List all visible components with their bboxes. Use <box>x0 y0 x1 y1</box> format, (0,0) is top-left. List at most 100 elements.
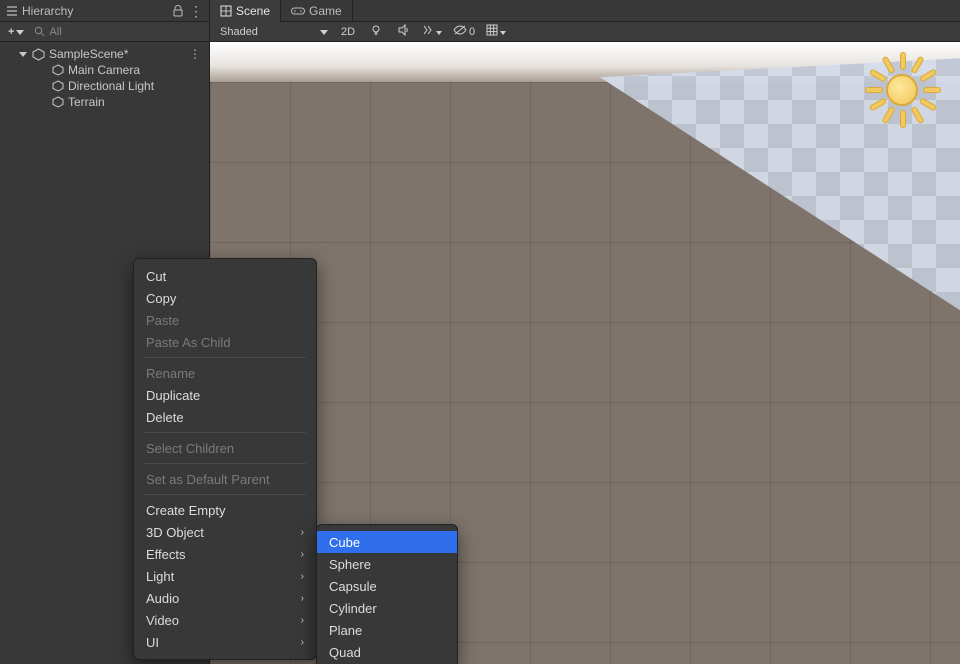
submenu-arrow-icon: › <box>301 571 304 582</box>
submenu-arrow-icon: › <box>301 615 304 626</box>
menu-item-paste-as-child: Paste As Child <box>134 331 316 353</box>
submenu-item-cylinder[interactable]: Cylinder <box>317 597 457 619</box>
hierarchy-item-terrain[interactable]: Terrain <box>0 94 209 110</box>
sun-ray-icon <box>910 56 924 75</box>
menu-item-cut[interactable]: Cut <box>134 265 316 287</box>
menu-item-3d-object[interactable]: 3D Object› <box>134 521 316 543</box>
sun-ray-icon <box>881 56 895 75</box>
scene-tab-icon <box>220 5 232 17</box>
sun-ray-icon <box>881 106 895 125</box>
gameobject-icon <box>52 64 64 76</box>
hierarchy-toolbar: + All <box>0 22 209 42</box>
hierarchy-scene-row[interactable]: SampleScene* ⋮ <box>0 46 209 62</box>
menu-item-select-children: Select Children <box>134 437 316 459</box>
search-icon <box>34 26 45 37</box>
menu-item-copy[interactable]: Copy <box>134 287 316 309</box>
menu-item-duplicate[interactable]: Duplicate <box>134 384 316 406</box>
menu-item-video[interactable]: Video› <box>134 609 316 631</box>
menu-item-rename: Rename <box>134 362 316 384</box>
menu-separator <box>144 357 306 358</box>
submenu-arrow-icon: › <box>301 637 304 648</box>
chevron-down-icon <box>436 26 442 38</box>
grid-icon <box>486 24 498 39</box>
sun-ray-icon <box>923 87 941 93</box>
sun-ray-icon <box>900 52 906 70</box>
toggle-2d-button[interactable]: 2D <box>335 23 361 41</box>
directional-light-gizmo[interactable] <box>862 50 942 130</box>
chevron-down-icon <box>16 26 24 38</box>
search-placeholder: All <box>49 26 61 38</box>
sun-ray-icon <box>900 110 906 128</box>
submenu-arrow-icon: › <box>301 593 304 604</box>
submenu-item-cube[interactable]: Cube <box>317 531 457 553</box>
menu-item-create-empty[interactable]: Create Empty <box>134 499 316 521</box>
sun-ray-icon <box>869 97 888 111</box>
menu-item-delete[interactable]: Delete <box>134 406 316 428</box>
sun-core-icon <box>886 74 918 106</box>
scene-options-icon[interactable]: ⋮ <box>189 47 205 61</box>
menu-separator <box>144 463 306 464</box>
tab-label: Scene <box>236 4 270 18</box>
fx-icon <box>422 24 434 39</box>
sun-ray-icon <box>919 97 938 111</box>
submenu-item-quad[interactable]: Quad <box>317 641 457 663</box>
hierarchy-item-label: Directional Light <box>68 79 154 93</box>
menu-item-paste: Paste <box>134 309 316 331</box>
submenu-item-sphere[interactable]: Sphere <box>317 553 457 575</box>
shading-mode-dropdown[interactable]: Shaded <box>214 26 334 38</box>
menu-separator <box>144 494 306 495</box>
menu-separator <box>144 432 306 433</box>
menu-item-light[interactable]: Light› <box>134 565 316 587</box>
hierarchy-item-directional-light[interactable]: Directional Light <box>0 78 209 94</box>
hierarchy-tree: SampleScene* ⋮ Main Camera Directional L… <box>0 42 209 114</box>
submenu-arrow-icon: › <box>301 527 304 538</box>
foldout-toggle[interactable] <box>18 52 28 57</box>
hierarchy-title: Hierarchy <box>22 4 73 18</box>
tab-scene[interactable]: Scene <box>210 0 281 22</box>
tab-game[interactable]: Game <box>281 0 353 22</box>
sun-ray-icon <box>869 68 888 82</box>
sun-ray-icon <box>919 68 938 82</box>
hierarchy-item-label: Terrain <box>68 95 105 109</box>
sun-ray-icon <box>865 87 883 93</box>
scene-audio-toggle[interactable] <box>391 23 417 41</box>
menu-item-effects[interactable]: Effects› <box>134 543 316 565</box>
scene-fx-dropdown[interactable] <box>419 23 445 41</box>
scene-toolbar: Shaded 2D 0 <box>210 22 960 42</box>
hierarchy-item-main-camera[interactable]: Main Camera <box>0 62 209 78</box>
game-tab-icon <box>291 6 305 16</box>
audio-icon <box>398 24 410 39</box>
gameobject-icon <box>52 80 64 92</box>
submenu-arrow-icon: › <box>301 549 304 560</box>
submenu-3d-object: Cube Sphere Capsule Cylinder Plane Quad <box>316 524 458 664</box>
gameobject-icon <box>52 96 64 108</box>
lock-icon[interactable] <box>171 5 185 17</box>
panel-options-icon[interactable]: ⋮ <box>189 6 203 16</box>
menu-item-audio[interactable]: Audio› <box>134 587 316 609</box>
hierarchy-item-label: Main Camera <box>68 63 140 77</box>
hierarchy-tab-icon <box>6 5 18 17</box>
chevron-down-icon <box>320 26 328 38</box>
plus-icon: + <box>8 26 14 38</box>
scene-lighting-toggle[interactable] <box>363 23 389 41</box>
scene-name-label: SampleScene* <box>49 47 128 61</box>
menu-item-set-default-parent: Set as Default Parent <box>134 468 316 490</box>
hierarchy-search[interactable]: All <box>34 26 205 38</box>
hierarchy-header: Hierarchy ⋮ <box>0 0 209 22</box>
create-dropdown-button[interactable]: + <box>4 23 28 41</box>
menu-item-ui[interactable]: UI› <box>134 631 316 653</box>
hierarchy-context-menu: Cut Copy Paste Paste As Child Rename Dup… <box>133 258 317 660</box>
submenu-item-capsule[interactable]: Capsule <box>317 575 457 597</box>
submenu-item-plane[interactable]: Plane <box>317 619 457 641</box>
shading-mode-label: Shaded <box>220 26 320 38</box>
tab-label: Game <box>309 4 342 18</box>
hidden-count-label: 0 <box>469 26 475 38</box>
scene-visibility-dropdown[interactable]: 0 <box>447 23 481 41</box>
scene-tabs: Scene Game <box>210 0 960 22</box>
sun-ray-icon <box>910 106 924 125</box>
chevron-down-icon <box>500 26 506 38</box>
toggle-2d-label: 2D <box>341 26 355 38</box>
lightbulb-icon <box>370 24 382 39</box>
scene-camera-settings-dropdown[interactable] <box>483 23 509 41</box>
eye-off-icon <box>453 24 467 39</box>
